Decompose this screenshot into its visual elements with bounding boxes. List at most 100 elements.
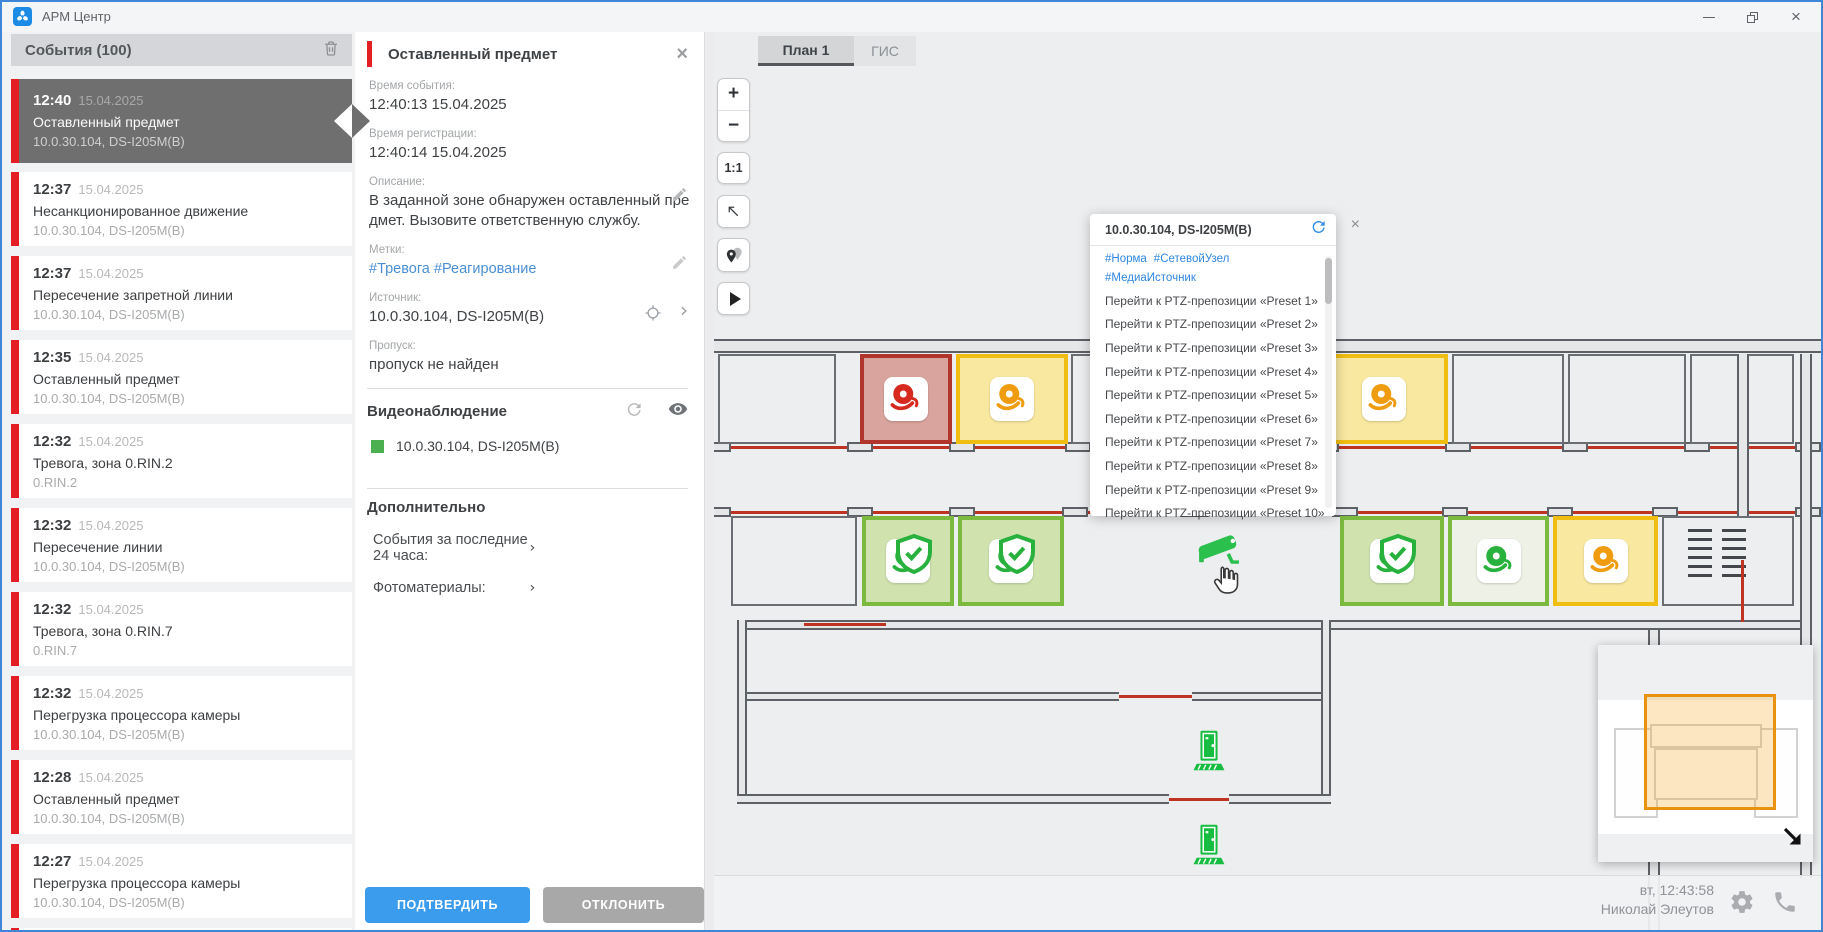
play-icon: [730, 292, 741, 306]
status-user: Николай Элеутов: [1601, 900, 1714, 919]
plan-alarm-line: [804, 623, 886, 626]
eye-icon[interactable]: [668, 399, 688, 424]
event-card[interactable]: 12:2815.04.2025 Оставленный предмет 10.0…: [11, 760, 352, 834]
event-time: 12:32: [33, 601, 71, 618]
event-source: 10.0.30.104, DS-I205M(B): [33, 811, 342, 826]
plan-room-armed[interactable]: [1340, 516, 1444, 606]
alarm-bell-green-icon[interactable]: [1477, 539, 1521, 583]
event-card[interactable]: 12:3215.04.2025 Пересечение линии 10.0.3…: [11, 508, 352, 582]
minimap[interactable]: [1598, 645, 1813, 862]
map-area[interactable]: План 1 ГИС + − 1:1: [714, 32, 1823, 932]
video-camera-item[interactable]: 10.0.30.104, DS-I205M(B): [371, 438, 688, 454]
close-window-button[interactable]: ×: [1779, 2, 1813, 32]
restore-button[interactable]: [1735, 2, 1769, 32]
tag-links[interactable]: #Тревога #Реагирование: [369, 259, 644, 279]
zoom-in-button[interactable]: +: [718, 79, 749, 110]
event-card[interactable]: 12:4015.04.2025 Оставленный предмет 10.0…: [11, 79, 352, 163]
refresh-icon[interactable]: [625, 401, 642, 423]
close-icon[interactable]: ×: [676, 45, 688, 63]
event-time: 12:27: [33, 853, 71, 870]
actual-size-button[interactable]: 1:1: [717, 152, 750, 184]
confirm-button[interactable]: ПОДТВЕРДИТЬ: [365, 887, 530, 923]
event-card[interactable]: 12:3715.04.2025 Несанкционированное движ…: [11, 172, 352, 246]
pencil-icon[interactable]: [671, 186, 688, 208]
events-header-title: События (100): [25, 42, 322, 59]
minimap-viewport[interactable]: [1644, 694, 1776, 810]
event-card-partial[interactable]: [11, 928, 352, 932]
alarm-bell-red-icon[interactable]: [884, 377, 928, 421]
plan-room-ok[interactable]: [1448, 516, 1549, 606]
ptz-preset-item[interactable]: Перейти к PTZ-препозиции «Preset 7»: [1090, 431, 1336, 455]
alarm-bell-shield-icon[interactable]: [886, 539, 930, 583]
play-button[interactable]: [717, 282, 750, 315]
alarm-bell-shield-icon[interactable]: [989, 539, 1033, 583]
tag-link[interactable]: #МедиаИсточник: [1105, 272, 1196, 284]
field-label: Описание:: [369, 176, 644, 188]
event-card[interactable]: 12:3215.04.2025 Тревога, зона 0.RIN.2 0.…: [11, 424, 352, 498]
alarm-bell-shield-icon[interactable]: [1370, 539, 1414, 583]
event-title: Тревога, зона 0.RIN.2: [33, 455, 342, 471]
plan-room[interactable]: [1568, 354, 1686, 444]
extra-photos-row[interactable]: Фотоматериалы: ›: [373, 580, 688, 596]
expand-arrow-icon[interactable]: [1781, 825, 1805, 854]
popup-scrollbar-thumb[interactable]: [1325, 258, 1332, 304]
event-title: Пересечение линии: [33, 539, 342, 555]
ptz-preset-item[interactable]: Перейти к PTZ-препозиции «Preset 2»: [1090, 313, 1336, 337]
event-source: 10.0.30.104, DS-I205M(B): [33, 223, 342, 238]
event-date: 15.04.2025: [78, 770, 143, 785]
extra-events-24h-row[interactable]: События за последние 24 часа: ›: [373, 532, 688, 564]
door-icon[interactable]: [1193, 822, 1225, 873]
plan-room-armed[interactable]: [958, 516, 1064, 606]
alarm-bell-orange-icon[interactable]: [990, 377, 1034, 421]
crosshair-icon[interactable]: [644, 304, 662, 327]
plan-room[interactable]: [1452, 354, 1564, 444]
markers-button[interactable]: [717, 238, 750, 272]
alarm-bell-orange-icon[interactable]: [1584, 539, 1628, 583]
chevron-right-icon[interactable]: ›: [680, 302, 688, 318]
tab-gis[interactable]: ГИС: [854, 36, 916, 66]
trash-icon[interactable]: [322, 39, 340, 62]
ptz-preset-item[interactable]: Перейти к PTZ-препозиции «Preset 5»: [1090, 383, 1336, 407]
minimize-button[interactable]: [1692, 2, 1726, 32]
history-icon[interactable]: [1310, 219, 1326, 240]
event-card[interactable]: 12:3215.04.2025 Тревога, зона 0.RIN.7 0.…: [11, 592, 352, 666]
ptz-preset-item[interactable]: Перейти к PTZ-препозиции «Preset 9»: [1090, 478, 1336, 502]
reject-button[interactable]: ОТКЛОНИТЬ: [543, 887, 704, 923]
plan-room-warning[interactable]: [956, 354, 1068, 444]
pan-select-button[interactable]: [717, 195, 750, 228]
alarm-stripe: [11, 592, 19, 666]
field-value: 10.0.30.104, DS-I205M(B): [369, 307, 644, 327]
ptz-preset-item[interactable]: Перейти к PTZ-препозиции «Preset 4»: [1090, 360, 1336, 384]
ptz-preset-item[interactable]: Перейти к PTZ-препозиции «Preset 6»: [1090, 407, 1336, 431]
tab-plan-1[interactable]: План 1: [758, 36, 854, 66]
plan-room-warning[interactable]: [1320, 354, 1448, 444]
phone-icon[interactable]: [1772, 889, 1798, 920]
door-icon[interactable]: [1193, 728, 1225, 779]
plan-room-armed[interactable]: [862, 516, 954, 606]
event-card[interactable]: 12:3715.04.2025 Пересечение запретной ли…: [11, 256, 352, 330]
field-value: пропуск не найден: [369, 355, 644, 375]
panel-scrollbar[interactable]: [704, 32, 714, 932]
event-time: 12:35: [33, 349, 71, 366]
alarm-stripe: [11, 79, 19, 163]
event-title: Перегрузка процессора камеры: [33, 707, 342, 723]
event-card[interactable]: 12:3515.04.2025 Оставленный предмет 10.0…: [11, 340, 352, 414]
tag-link[interactable]: #СетевойУзел: [1154, 253, 1230, 265]
plan-room[interactable]: [731, 516, 857, 606]
event-card[interactable]: 12:3215.04.2025 Перегрузка процессора ка…: [11, 676, 352, 750]
gear-icon[interactable]: [1729, 889, 1755, 920]
alarm-bell-orange-icon[interactable]: [1362, 377, 1406, 421]
plan-room-alarm[interactable]: [860, 354, 952, 444]
ptz-preset-item[interactable]: Перейти к PTZ-препозиции «Preset 1»: [1090, 289, 1336, 313]
pencil-icon[interactable]: [671, 254, 688, 276]
alarm-accent-bar: [367, 41, 372, 67]
ptz-preset-item[interactable]: Перейти к PTZ-препозиции «Preset 8»: [1090, 454, 1336, 478]
ptz-preset-item[interactable]: Перейти к PTZ-препозиции «Preset 10»: [1090, 501, 1336, 525]
event-card[interactable]: 12:2715.04.2025 Перегрузка процессора ка…: [11, 844, 352, 918]
plan-room-warning[interactable]: [1553, 516, 1658, 606]
tag-link[interactable]: #Норма: [1105, 253, 1147, 265]
ptz-preset-item[interactable]: Перейти к PTZ-препозиции «Preset 3»: [1090, 336, 1336, 360]
zoom-out-button[interactable]: −: [718, 110, 749, 141]
close-icon[interactable]: ×: [1351, 216, 1360, 234]
plan-room[interactable]: [718, 354, 836, 444]
